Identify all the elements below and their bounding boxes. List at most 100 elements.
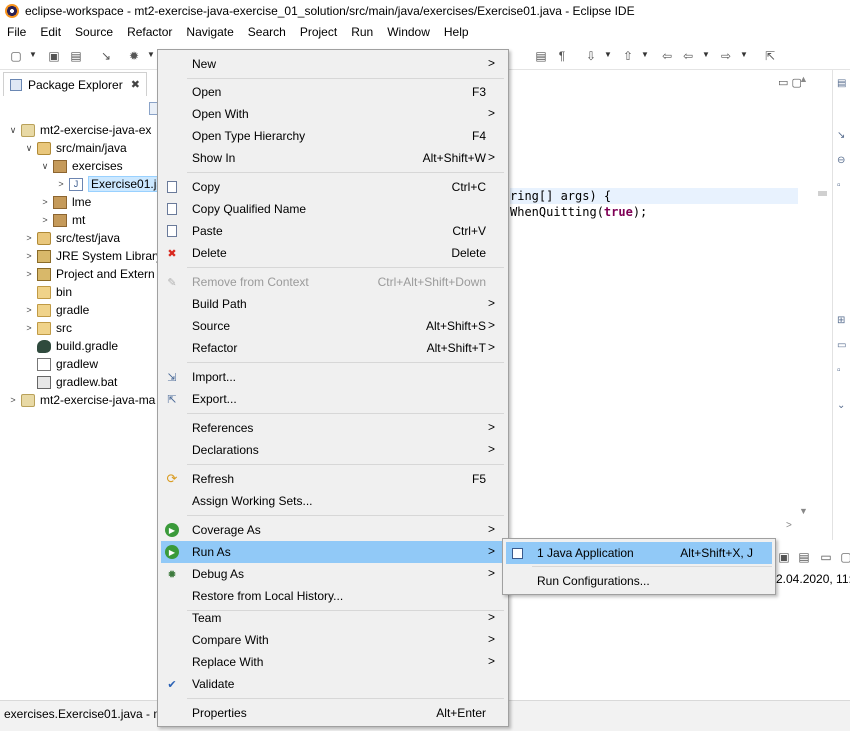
chevron-right-icon[interactable]: > bbox=[24, 233, 34, 243]
skip-breakpoints-icon[interactable]: ↘ bbox=[98, 48, 114, 64]
next-annotation-dropdown-icon[interactable]: ▼ bbox=[604, 50, 612, 59]
debug-dropdown-icon[interactable]: ▼ bbox=[147, 50, 155, 59]
tree-item-exercise01[interactable]: > J Exercise01.ja bbox=[56, 175, 167, 193]
menu-item-refactor[interactable]: Refactor Alt+Shift+T > bbox=[161, 337, 505, 359]
menu-run[interactable]: Run bbox=[351, 25, 373, 39]
chevron-down-icon[interactable]: ∨ bbox=[24, 143, 34, 154]
menu-item-references[interactable]: References > bbox=[161, 417, 505, 439]
forward-dropdown-icon[interactable]: ▼ bbox=[740, 50, 748, 59]
menu-item-validate[interactable]: ✔ Validate bbox=[161, 673, 505, 695]
menu-item-compare-with[interactable]: Compare With > bbox=[161, 629, 505, 651]
tree-item-project-2[interactable]: > mt2-exercise-java-ma bbox=[8, 391, 155, 409]
menu-item-open-type-hierarchy[interactable]: Open Type Hierarchy F4 bbox=[161, 125, 505, 147]
previous-annotation-icon[interactable]: ⇧ bbox=[620, 48, 636, 64]
forward-icon[interactable]: ⇨ bbox=[718, 48, 734, 64]
code-line-quitting[interactable]: WhenQuitting(true); bbox=[510, 205, 647, 219]
tree-item-src[interactable]: > src bbox=[24, 319, 72, 337]
save-all-icon[interactable]: ▤ bbox=[68, 48, 84, 64]
pin-editor-icon[interactable]: ⇱ bbox=[762, 48, 778, 64]
code-line-main-signature[interactable]: ring[] args) { bbox=[510, 189, 611, 203]
chevron-down-icon[interactable]: ∨ bbox=[8, 125, 18, 136]
menu-item-refresh[interactable]: ⟳ Refresh F5 bbox=[161, 468, 505, 490]
menu-item-paste[interactable]: Paste Ctrl+V bbox=[161, 220, 505, 242]
tree-item-jre-library[interactable]: > JRE System Library bbox=[24, 247, 162, 265]
new-console-icon[interactable]: ▢ bbox=[838, 549, 850, 565]
package-explorer-tab[interactable]: Package Explorer ✖ bbox=[3, 72, 147, 96]
menu-item-replace-with[interactable]: Replace With > bbox=[161, 651, 505, 673]
menu-item-team[interactable]: Team > bbox=[161, 607, 505, 629]
collapse-icon[interactable]: ⊖ bbox=[837, 155, 849, 167]
menu-item-open-with[interactable]: Open With > bbox=[161, 103, 505, 125]
menu-item-assign-working-sets[interactable]: Assign Working Sets... bbox=[161, 490, 505, 512]
display-console-icon[interactable]: ▤ bbox=[796, 549, 812, 565]
menu-item-run-configurations[interactable]: Run Configurations... bbox=[506, 570, 772, 592]
menu-help[interactable]: Help bbox=[444, 25, 469, 39]
chevron-right-icon[interactable]: > bbox=[8, 395, 18, 405]
show-whitespace-icon[interactable]: ¶ bbox=[554, 48, 570, 64]
chevron-right-icon[interactable]: > bbox=[24, 323, 34, 333]
menu-item-java-application[interactable]: 1 Java Application Alt+Shift+X, J bbox=[506, 542, 772, 564]
toggle-mark-icon[interactable]: ▤ bbox=[533, 48, 549, 64]
menu-item-new[interactable]: New > bbox=[161, 53, 505, 75]
menu-item-coverage-as[interactable]: ▶ Coverage As > bbox=[161, 519, 505, 541]
menu-search[interactable]: Search bbox=[248, 25, 286, 39]
previous-annotation-dropdown-icon[interactable]: ▼ bbox=[641, 50, 649, 59]
chevron-right-icon[interactable]: > bbox=[24, 269, 34, 279]
tree-item-src-main-java[interactable]: ∨ src/main/java bbox=[24, 139, 127, 157]
chevron-right-icon[interactable]: > bbox=[40, 197, 50, 207]
tree-item-src-test-java[interactable]: > src/test/java bbox=[24, 229, 120, 247]
chevron-down-icon[interactable]: ⌄ bbox=[837, 400, 849, 412]
tree-item-gradlew-bat[interactable]: gradlew.bat bbox=[24, 373, 117, 391]
menu-window[interactable]: Window bbox=[387, 25, 430, 39]
scroll-down-icon[interactable]: ▼ bbox=[799, 506, 808, 516]
java-editor[interactable]: ▭ ▢ ring[] args) { WhenQuitting(true); ▲… bbox=[510, 70, 830, 540]
menu-item-run-as[interactable]: ▶ Run As > bbox=[161, 541, 505, 563]
close-icon[interactable]: ✖ bbox=[131, 78, 140, 91]
menu-item-open[interactable]: Open F3 bbox=[161, 81, 505, 103]
sort-icon[interactable]: ▫ bbox=[837, 180, 849, 192]
tree-item-project-dependencies[interactable]: > Project and Extern bbox=[24, 265, 154, 283]
scroll-right-icon[interactable]: > bbox=[786, 520, 792, 531]
back-icon[interactable]: ⇦ bbox=[680, 48, 696, 64]
hierarchy-icon[interactable]: ⊞ bbox=[837, 315, 849, 327]
tree-item-build-gradle[interactable]: build.gradle bbox=[24, 337, 118, 355]
menu-file[interactable]: File bbox=[7, 25, 26, 39]
tree-item-exercises[interactable]: ∨ exercises bbox=[40, 157, 123, 175]
menu-navigate[interactable]: Navigate bbox=[186, 25, 233, 39]
task-list-icon[interactable]: ↘ bbox=[837, 130, 849, 142]
menu-item-copy-qualified-name[interactable]: Copy Qualified Name bbox=[161, 198, 505, 220]
tree-item-gradlew[interactable]: gradlew bbox=[24, 355, 98, 373]
menu-edit[interactable]: Edit bbox=[40, 25, 61, 39]
save-icon[interactable]: ▣ bbox=[46, 48, 62, 64]
chevron-right-icon[interactable]: > bbox=[24, 251, 34, 261]
menu-project[interactable]: Project bbox=[300, 25, 337, 39]
menu-item-properties[interactable]: Properties Alt+Enter bbox=[161, 702, 505, 724]
last-edit-location-icon[interactable]: ⇦ bbox=[659, 48, 675, 64]
menu-item-import[interactable]: ⇲ Import... bbox=[161, 366, 505, 388]
menu-item-export[interactable]: ⇱ Export... bbox=[161, 388, 505, 410]
pin-console-icon[interactable]: ▣ bbox=[776, 549, 792, 565]
next-annotation-icon[interactable]: ⇩ bbox=[583, 48, 599, 64]
tree-item-lme[interactable]: > lme bbox=[40, 193, 91, 211]
menu-item-source[interactable]: Source Alt+Shift+S > bbox=[161, 315, 505, 337]
open-console-icon[interactable]: ▭ bbox=[818, 549, 834, 565]
chevron-down-icon[interactable]: ∨ bbox=[40, 161, 50, 172]
overview-ruler-marker[interactable] bbox=[818, 191, 827, 196]
tree-item-mt[interactable]: > mt bbox=[40, 211, 85, 229]
tree-item-project[interactable]: ∨ mt2-exercise-java-ex bbox=[8, 121, 152, 139]
menu-source[interactable]: Source bbox=[75, 25, 113, 39]
tree-item-gradle[interactable]: > gradle bbox=[24, 301, 89, 319]
menu-item-show-in[interactable]: Show In Alt+Shift+W > bbox=[161, 147, 505, 169]
back-dropdown-icon[interactable]: ▼ bbox=[702, 50, 710, 59]
restore-icon[interactable]: ▫ bbox=[837, 365, 849, 377]
menu-item-build-path[interactable]: Build Path > bbox=[161, 293, 505, 315]
chevron-right-icon[interactable]: > bbox=[40, 215, 50, 225]
chevron-right-icon[interactable]: > bbox=[24, 305, 34, 315]
chevron-right-icon[interactable]: > bbox=[56, 179, 66, 189]
outline-view-icon[interactable]: ▤ bbox=[837, 78, 849, 90]
menu-item-copy[interactable]: Copy Ctrl+C bbox=[161, 176, 505, 198]
menu-item-restore-local-history[interactable]: Restore from Local History... bbox=[161, 585, 505, 607]
menu-item-debug-as[interactable]: ✹ Debug As > bbox=[161, 563, 505, 585]
new-dropdown-icon[interactable]: ▼ bbox=[29, 50, 37, 59]
menu-item-delete[interactable]: ✖ Delete Delete bbox=[161, 242, 505, 264]
